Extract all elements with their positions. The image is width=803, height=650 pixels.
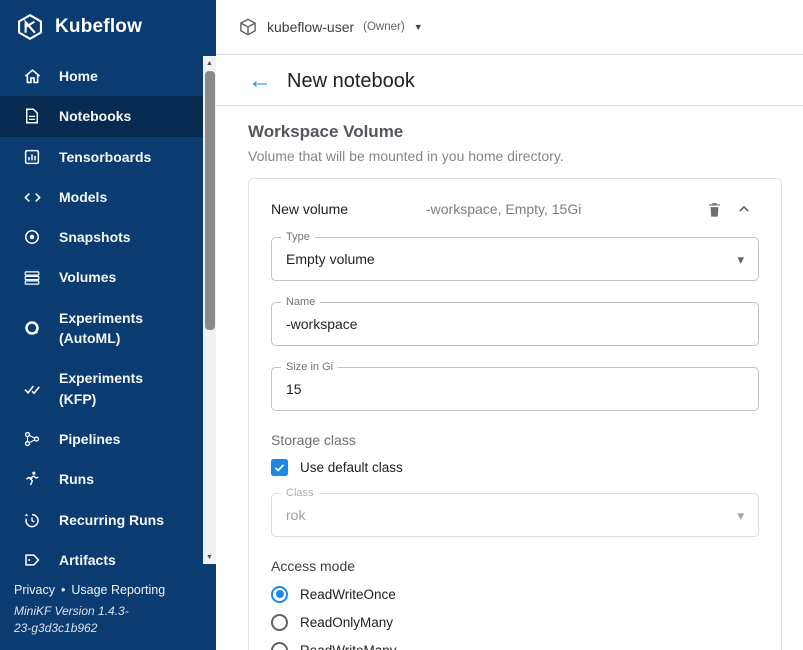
back-button[interactable]: ← <box>248 69 272 93</box>
type-label: Type <box>281 231 315 243</box>
access-mode-group: ReadWriteOnce ReadOnlyMany ReadWriteMany <box>271 584 759 650</box>
sidebar-item-home[interactable]: Home <box>0 56 216 96</box>
size-input[interactable]: Size in Gi 15 <box>271 367 759 411</box>
chevron-up-icon <box>734 199 754 219</box>
check-icon <box>273 461 286 474</box>
namespace-selector[interactable]: kubeflow-user (Owner) ▼ <box>230 11 431 43</box>
namespace-role: (Owner) <box>363 21 405 33</box>
pipelines-icon <box>22 429 42 449</box>
namespace-icon <box>238 17 258 37</box>
sidebar-footer: Privacy • Usage Reporting MiniKF Version… <box>0 575 216 650</box>
name-input[interactable]: Name -workspace <box>271 302 759 346</box>
type-select[interactable]: Type Empty volume ▾ <box>271 237 759 281</box>
tensorboard-icon <box>22 147 42 167</box>
version-text: MiniKF Version 1.4.3-23-g3d3c1b962 <box>14 603 144 637</box>
section-subtitle: Volume that will be mounted in you home … <box>248 148 779 164</box>
workspace-volume-section: Workspace Volume Volume that will be mou… <box>216 106 803 164</box>
page-title: New notebook <box>287 70 415 93</box>
sidebar-item-artifacts[interactable]: Artifacts <box>0 540 216 576</box>
sidebar-item-models[interactable]: Models <box>0 177 216 217</box>
collapse-volume-button[interactable] <box>729 199 759 219</box>
sidebar-item-experiments-kfp[interactable]: Experiments (KFP) <box>0 358 216 419</box>
volume-card: New volume -workspace, Empty, 15Gi <box>248 178 782 650</box>
kubeflow-logo[interactable]: Kubeflow <box>0 0 216 52</box>
trash-icon <box>705 200 724 219</box>
namespace-name: kubeflow-user <box>267 19 354 35</box>
type-value: Empty volume <box>286 251 737 267</box>
back-arrow-icon: ← <box>248 67 272 94</box>
storage-class-label: Storage class <box>271 432 759 448</box>
sidebar-item-pipelines[interactable]: Pipelines <box>0 419 216 459</box>
volume-summary: -workspace, Empty, 15Gi <box>426 201 699 217</box>
artifacts-icon <box>22 550 42 570</box>
sidebar: Kubeflow Home Notebooks Tensorboards Mod… <box>0 0 216 650</box>
experiments-kfp-icon <box>22 379 42 399</box>
sidebar-nav: Home Notebooks Tensorboards Models Snaps… <box>0 52 216 575</box>
class-dropdown-icon: ▾ <box>737 509 744 522</box>
snapshots-icon <box>22 227 42 247</box>
sidebar-item-runs[interactable]: Runs <box>0 459 216 499</box>
size-value: 15 <box>286 381 744 397</box>
class-value: rok <box>286 507 737 523</box>
kubeflow-logo-icon <box>16 13 44 41</box>
sidebar-item-tensorboards[interactable]: Tensorboards <box>0 137 216 177</box>
access-mode-option-readwritemany[interactable]: ReadWriteMany <box>271 640 759 650</box>
scrollbar-thumb[interactable] <box>205 71 215 330</box>
radio-icon[interactable] <box>271 586 288 603</box>
runs-icon <box>22 469 42 489</box>
page-content: ← New notebook Workspace Volume Volume t… <box>216 55 803 650</box>
sidebar-item-volumes[interactable]: Volumes <box>0 257 216 297</box>
scroll-up-icon[interactable]: ▲ <box>203 56 216 70</box>
access-mode-option-readonlymany[interactable]: ReadOnlyMany <box>271 612 759 632</box>
access-mode-label: Access mode <box>271 558 759 574</box>
experiments-automl-icon <box>22 318 42 338</box>
app-title: Kubeflow <box>55 16 142 38</box>
caret-down-icon: ▼ <box>414 23 423 32</box>
main-area: kubeflow-user (Owner) ▼ ← New notebook W… <box>216 0 803 650</box>
notebook-icon <box>22 106 42 126</box>
radio-icon[interactable] <box>271 642 288 650</box>
use-default-class-row[interactable]: Use default class <box>271 459 759 476</box>
class-label: Class <box>281 487 319 499</box>
sidebar-item-notebooks[interactable]: Notebooks <box>0 96 216 136</box>
volume-title: New volume <box>271 201 426 217</box>
name-value: -workspace <box>286 316 744 332</box>
app-root: Kubeflow Home Notebooks Tensorboards Mod… <box>0 0 803 650</box>
scroll-down-icon[interactable]: ▼ <box>203 550 216 564</box>
topbar: kubeflow-user (Owner) ▼ <box>216 0 803 55</box>
delete-volume-button[interactable] <box>699 200 729 219</box>
sidebar-item-snapshots[interactable]: Snapshots <box>0 217 216 257</box>
section-title: Workspace Volume <box>248 122 779 142</box>
models-icon <box>22 187 42 207</box>
usage-reporting-link[interactable]: Usage Reporting <box>71 583 165 597</box>
volumes-icon <box>22 268 42 288</box>
page-header: ← New notebook <box>216 55 803 106</box>
type-dropdown-icon[interactable]: ▾ <box>737 253 744 266</box>
use-default-class-label: Use default class <box>300 460 403 475</box>
class-select: Class rok ▾ <box>271 493 759 537</box>
sidebar-scrollbar[interactable]: ▲ ▼ <box>203 56 216 564</box>
privacy-link[interactable]: Privacy <box>14 583 55 597</box>
volume-card-header: New volume -workspace, Empty, 15Gi <box>271 197 759 221</box>
scrollbar-track[interactable] <box>203 70 216 550</box>
use-default-class-checkbox[interactable] <box>271 459 288 476</box>
footer-separator: • <box>61 583 65 597</box>
home-icon <box>22 66 42 86</box>
recurring-runs-icon <box>22 510 42 530</box>
access-mode-option-readwriteonce[interactable]: ReadWriteOnce <box>271 584 759 604</box>
sidebar-item-experiments-automl[interactable]: Experiments (AutoML) <box>0 298 216 359</box>
name-label: Name <box>281 296 320 308</box>
sidebar-item-recurring-runs[interactable]: Recurring Runs <box>0 500 216 540</box>
size-label: Size in Gi <box>281 361 338 373</box>
radio-icon[interactable] <box>271 614 288 631</box>
